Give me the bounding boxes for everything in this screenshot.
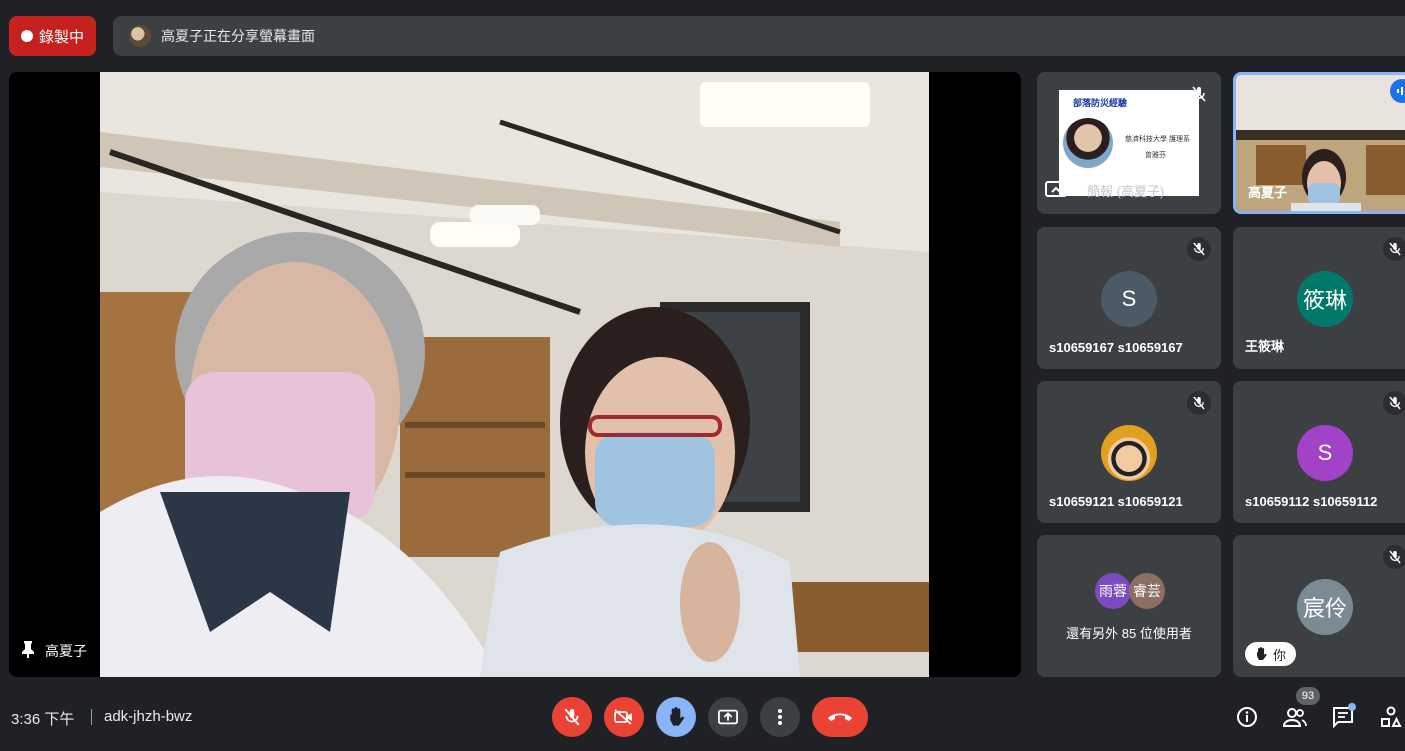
tile-name: s10659167 s10659167: [1049, 340, 1183, 355]
people-icon: [1283, 708, 1307, 727]
tile-name: 高夏子: [1248, 185, 1288, 200]
participants-button[interactable]: 93: [1282, 687, 1320, 730]
mic-off-icon: [1383, 391, 1405, 415]
mic-off-icon: [1383, 545, 1405, 569]
avatar: 雨蓉: [1095, 573, 1131, 609]
slide-school: 慈濟科技大學 護理系: [1125, 136, 1190, 143]
active-speaker-tile[interactable]: 高夏子: [1233, 72, 1405, 214]
meeting-details-button[interactable]: [1234, 704, 1260, 730]
chat-button[interactable]: [1330, 703, 1356, 730]
main-video-tile[interactable]: 高夏子: [9, 72, 1021, 677]
presenter-video: [100, 72, 929, 677]
tile-name: s10659121 s10659121: [1049, 494, 1183, 509]
tile-name: s10659112 s10659112: [1245, 494, 1378, 509]
main-video-name-label: 高夏子: [21, 640, 87, 661]
mic-off-icon: [1383, 237, 1405, 261]
presentation-tile[interactable]: 部落防災經驗 慈濟科技大學 護理系 曾雅芬 簡報 (高夏子): [1037, 72, 1221, 214]
mic-toggle-button[interactable]: [552, 697, 592, 737]
slide-author: 曾雅芬: [1145, 152, 1166, 159]
divider: [91, 709, 92, 725]
activities-button[interactable]: [1378, 704, 1404, 730]
clock: 3:36 下午: [11, 711, 75, 728]
record-dot-icon: [20, 30, 33, 42]
others-label: 還有另外 85 位使用者: [1066, 626, 1192, 641]
avatar: 睿芸: [1129, 573, 1165, 609]
tile-name: 王筱琳: [1245, 339, 1285, 354]
activities-icon: [1381, 706, 1402, 727]
slide-photo: [1063, 118, 1113, 168]
present-now-button[interactable]: [708, 697, 748, 737]
info-icon: [1237, 707, 1257, 727]
recording-label: 錄製中: [38, 28, 84, 46]
avatar: 宸伶: [1297, 579, 1353, 635]
participant-tile[interactable]: S s10659167 s10659167: [1037, 227, 1221, 369]
others-tile[interactable]: 雨蓉 睿芸 還有另外 85 位使用者: [1037, 535, 1221, 677]
banner-text: 高夏子正在分享螢幕畫面: [161, 28, 315, 44]
recording-badge[interactable]: 錄製中: [9, 16, 96, 56]
you-label: 你: [1273, 647, 1287, 663]
avatar: S: [1101, 271, 1157, 327]
participant-tile[interactable]: 筱琳 王筱琳: [1233, 227, 1405, 369]
participant-tile[interactable]: s10659121 s10659121: [1037, 381, 1221, 523]
participant-tile[interactable]: S s10659112 s10659112: [1233, 381, 1405, 523]
camera-off-icon: [614, 709, 632, 725]
more-vert-icon: [778, 709, 782, 725]
you-badge: 你: [1245, 642, 1297, 666]
avatar: S: [1297, 425, 1353, 481]
slide-title: 部落防災經驗: [1073, 98, 1128, 108]
notification-dot-icon: [1348, 703, 1356, 711]
present-screen-icon: [718, 709, 738, 725]
mic-off-icon: [1187, 237, 1211, 261]
self-tile[interactable]: 宸伶 你: [1233, 535, 1405, 677]
raise-hand-icon: [670, 707, 684, 726]
mic-off-icon: [1187, 391, 1211, 415]
tile-name: 簡報 (高夏子): [1087, 184, 1165, 199]
raise-hand-icon: [1257, 647, 1267, 660]
camera-toggle-button[interactable]: [604, 697, 644, 737]
more-options-button[interactable]: [760, 697, 800, 737]
hang-up-icon: [828, 713, 852, 721]
mic-off-icon: [1187, 82, 1211, 106]
present-screen-icon: [1045, 181, 1067, 202]
raise-hand-button[interactable]: [656, 697, 696, 737]
meeting-code: adk-jhzh-bwz: [104, 708, 193, 725]
participant-count-badge: 93: [1296, 687, 1320, 705]
mic-off-icon: [564, 708, 580, 726]
presenter-name: 高夏子: [45, 642, 87, 659]
avatar: [1101, 425, 1157, 481]
pin-icon[interactable]: [21, 640, 35, 661]
leave-call-button[interactable]: [812, 697, 868, 737]
avatar: [129, 25, 151, 47]
screen-share-banner: 高夏子正在分享螢幕畫面: [113, 16, 1405, 56]
avatar: 筱琳: [1297, 271, 1353, 327]
